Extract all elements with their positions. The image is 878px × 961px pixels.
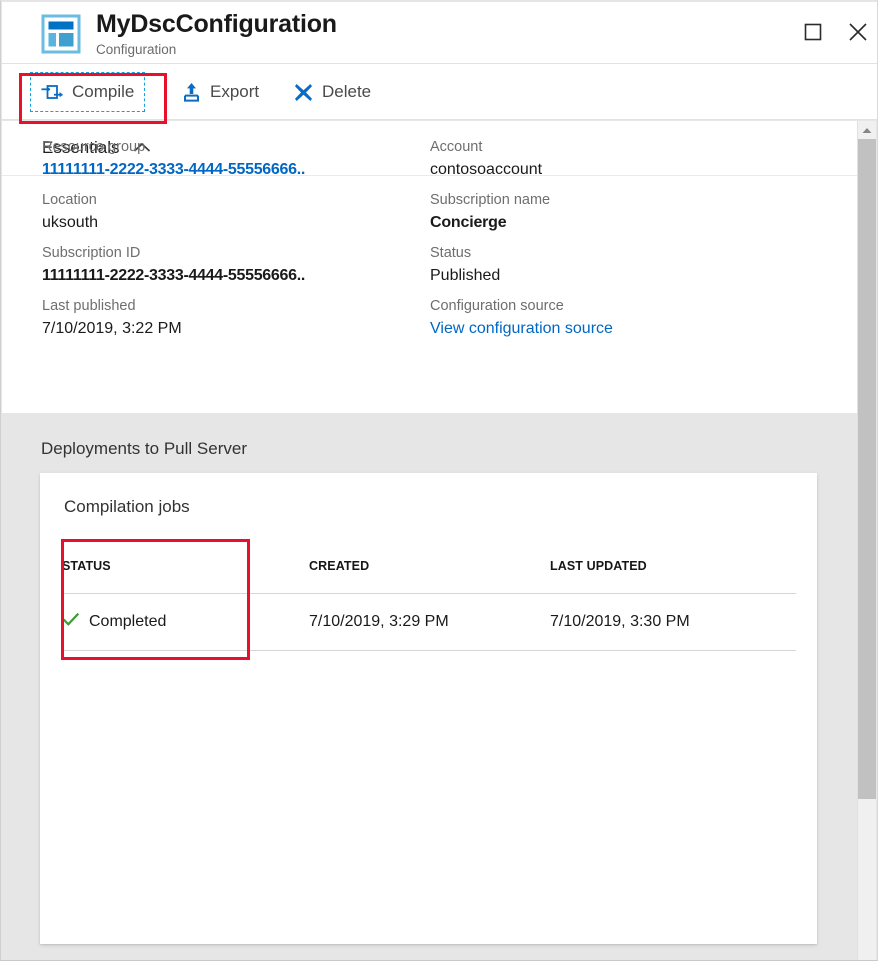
- essentials-left-column: Resource group 11111111-2222-3333-4444-5…: [42, 137, 422, 349]
- resource-group-link[interactable]: 11111111-2222-3333-4444-55556666..: [42, 158, 422, 181]
- close-button[interactable]: [836, 10, 877, 54]
- last-published-value: 7/10/2019, 3:22 PM: [42, 320, 182, 337]
- status-text: Completed: [89, 613, 167, 630]
- table-row[interactable]: Completed 7/10/2019, 3:29 PM 7/10/2019, …: [62, 593, 796, 651]
- compilation-jobs-table: STATUS CREATED LAST UPDATED Completed 7/…: [62, 536, 796, 651]
- property-configuration-source: Configuration source View configuration …: [430, 296, 830, 340]
- property-label: Status: [430, 245, 472, 261]
- command-bar: Compile Export Delete: [2, 64, 877, 120]
- property-label: Subscription ID: [42, 245, 141, 261]
- column-header-status[interactable]: STATUS: [62, 536, 309, 594]
- property-status: Status Published: [430, 243, 830, 287]
- subscription-name-value: Concierge: [430, 214, 507, 231]
- property-location: Location uksouth: [42, 190, 422, 234]
- maximize-button[interactable]: [791, 10, 835, 54]
- scrollbar-thumb[interactable]: [858, 139, 876, 799]
- page-title: MyDscConfiguration: [96, 10, 337, 38]
- property-label: Last published: [42, 298, 136, 314]
- property-label: Account: [430, 139, 483, 155]
- titlebar: MyDscConfiguration Configuration: [2, 2, 877, 64]
- cell-status: Completed: [62, 593, 309, 651]
- configuration-icon: [40, 14, 82, 54]
- column-header-created[interactable]: CREATED: [309, 536, 550, 594]
- essentials-right-column: Account contosoaccount Subscription name…: [430, 137, 830, 349]
- property-subscription-name: Subscription name Concierge: [430, 190, 830, 234]
- compilation-jobs-title: Compilation jobs: [64, 497, 190, 516]
- deployments-section: Deployments to Pull Server Compilation j…: [2, 413, 859, 960]
- status-value: Published: [430, 267, 501, 284]
- cell-last-updated: 7/10/2019, 3:30 PM: [550, 593, 796, 651]
- view-configuration-source-link[interactable]: View configuration source: [430, 317, 830, 340]
- property-label: Location: [42, 192, 97, 208]
- maximize-icon: [804, 23, 822, 41]
- blade-panel: MyDscConfiguration Configuration Compile…: [0, 0, 878, 961]
- vertical-scrollbar[interactable]: [857, 121, 876, 960]
- account-value: contosoaccount: [430, 161, 543, 178]
- close-icon: [849, 23, 867, 41]
- table-header-row: STATUS CREATED LAST UPDATED: [62, 536, 796, 594]
- x-icon: [294, 83, 313, 102]
- upload-icon: [182, 82, 201, 102]
- caret-up-icon: [862, 127, 872, 133]
- page-subtitle: Configuration: [96, 42, 177, 57]
- deployments-section-title: Deployments to Pull Server: [41, 439, 247, 458]
- compile-button-label: Compile: [72, 82, 135, 101]
- export-button-label: Export: [210, 82, 260, 101]
- property-resource-group: Resource group 11111111-2222-3333-4444-5…: [42, 137, 422, 181]
- property-label: Configuration source: [430, 298, 564, 314]
- delete-button[interactable]: Delete: [284, 73, 381, 111]
- property-last-published: Last published 7/10/2019, 3:22 PM: [42, 296, 422, 340]
- location-value: uksouth: [42, 214, 99, 231]
- property-account: Account contosoaccount: [430, 137, 830, 181]
- compilation-jobs-card: Compilation jobs STATUS CREATED LAST UPD…: [40, 473, 817, 944]
- export-button[interactable]: Export: [172, 73, 269, 111]
- column-header-last-updated[interactable]: LAST UPDATED: [550, 536, 796, 594]
- property-label: Resource group: [42, 139, 146, 155]
- compile-button[interactable]: Compile: [29, 72, 146, 112]
- property-subscription-id: Subscription ID 11111111-2222-3333-4444-…: [42, 243, 422, 287]
- title-block: MyDscConfiguration Configuration: [96, 8, 337, 58]
- property-label: Subscription name: [430, 192, 551, 208]
- cell-created: 7/10/2019, 3:29 PM: [309, 593, 550, 651]
- subscription-id-value: 11111111-2222-3333-4444-55556666..: [42, 267, 305, 284]
- compile-icon: [41, 83, 63, 101]
- scroll-up-button[interactable]: [858, 121, 876, 139]
- essentials-panel: Essentials Resource group 11111111-2222-…: [2, 121, 859, 413]
- check-icon: [62, 612, 80, 632]
- delete-button-label: Delete: [322, 82, 372, 101]
